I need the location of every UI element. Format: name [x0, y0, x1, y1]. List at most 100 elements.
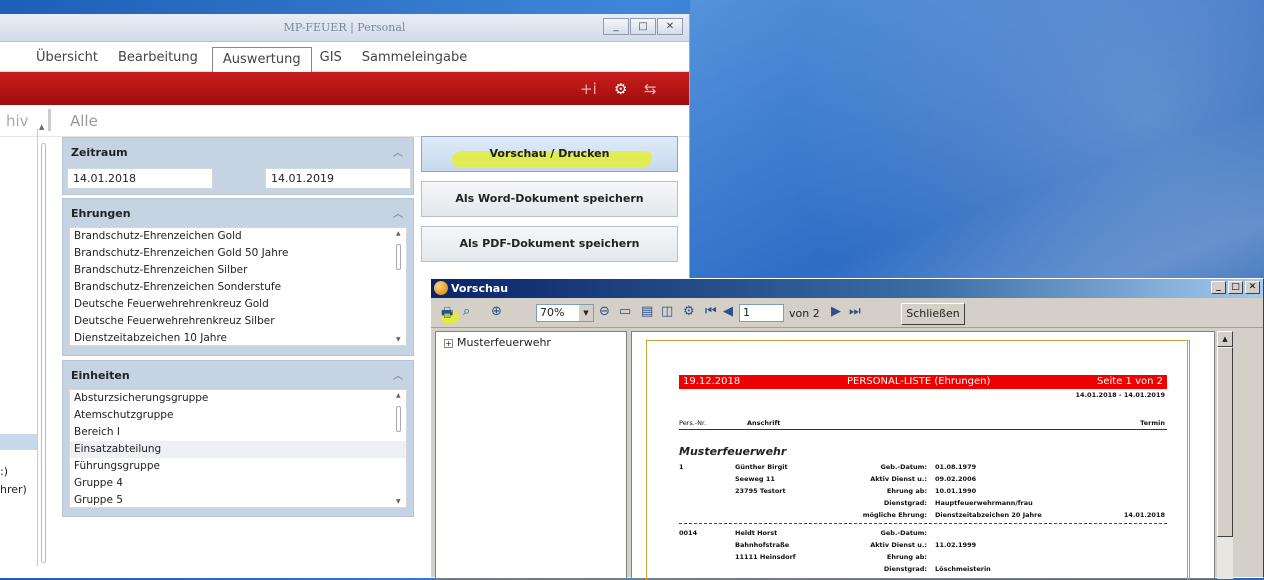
- list-item[interactable]: Atemschutzgruppe: [70, 407, 406, 424]
- next-page-icon[interactable]: ▶: [831, 304, 841, 319]
- p1-name: Günther Birgit: [735, 463, 788, 471]
- preview-maximize-button[interactable]: □: [1228, 281, 1243, 294]
- left-text-2: hrer): [0, 483, 27, 496]
- zeitraum-panel: Zeitraum ︿ 14.01.2018 14.01.2019: [62, 137, 414, 195]
- expand-icon[interactable]: +: [444, 339, 453, 348]
- einheiten-list: Absturzsicherungsgruppe Atemschutzgruppe…: [69, 389, 407, 508]
- tab-uebersicht[interactable]: Übersicht: [30, 50, 110, 71]
- zoom-select[interactable]: 70% ▼: [536, 304, 594, 322]
- einheiten-scrollbar[interactable]: ▲ ▼: [394, 392, 404, 505]
- preview-close-button[interactable]: ✕: [1245, 281, 1260, 294]
- filter-alle[interactable]: Alle: [70, 112, 98, 130]
- tab-bearbeitung[interactable]: Bearbeitung: [112, 50, 210, 71]
- chevron-down-icon[interactable]: ▼: [579, 305, 593, 321]
- p2-city: 11111 Heinsdorf: [735, 553, 796, 561]
- tree-node-musterfeuerwehr[interactable]: + Musterfeuerwehr: [444, 336, 551, 349]
- list-item[interactable]: Deutsche Feuerwehrehrenkreuz Silber: [70, 313, 406, 330]
- swap-arrows-icon[interactable]: ⇆: [644, 80, 657, 98]
- left-text-1: :): [0, 465, 8, 478]
- minimize-button[interactable]: _: [603, 18, 629, 35]
- report-title: PERSONAL-LISTE (Ehrungen): [847, 376, 991, 387]
- single-page-icon[interactable]: ▤: [641, 304, 653, 319]
- tab-gis[interactable]: GIS: [314, 50, 354, 71]
- list-item[interactable]: Dienstzeitabzeichen 10 Jahre: [70, 330, 406, 347]
- list-item[interactable]: Absturzsicherungsgruppe: [70, 390, 406, 407]
- list-item[interactable]: Einsatzabteilung: [70, 441, 406, 458]
- collapse-icon[interactable]: ︿: [393, 205, 403, 220]
- zoom-in-icon[interactable]: ⊕: [491, 304, 502, 319]
- preview-title-bar: Vorschau _ □ ✕: [431, 279, 1263, 298]
- tab-auswertung[interactable]: Auswertung: [211, 47, 312, 72]
- left-list: ▲ :) hrer): [0, 121, 55, 566]
- action-bar: +i ⚙ ⇆: [0, 72, 689, 105]
- collapse-icon[interactable]: ︿: [393, 144, 403, 159]
- list-item[interactable]: Führungsgruppe: [70, 458, 406, 475]
- einheiten-panel: Einheiten ︿ Absturzsicherungsgruppe Atem…: [62, 360, 414, 517]
- report-range: 14.01.2018 - 14.01.2019: [1075, 391, 1165, 399]
- app-icon: [434, 281, 448, 295]
- filter-bar: hiv Alle: [0, 105, 689, 137]
- zeitraum-title: Zeitraum ︿: [71, 144, 403, 159]
- first-page-icon[interactable]: ⏮: [705, 304, 717, 319]
- col-termin: Termin: [1140, 419, 1165, 427]
- ehrungen-panel: Ehrungen ︿ Brandschutz-Ehrenzeichen Gold…: [62, 198, 414, 356]
- date-from-input[interactable]: 14.01.2018: [67, 168, 213, 189]
- selected-row[interactable]: [0, 434, 37, 450]
- list-item[interactable]: Bereich I: [70, 424, 406, 441]
- ehrungen-title: Ehrungen ︿: [71, 205, 403, 220]
- left-scrollbar[interactable]: [37, 129, 49, 566]
- outline-tree: + Musterfeuerwehr: [435, 331, 627, 579]
- list-item[interactable]: Brandschutz-Ehrenzeichen Gold 50 Jahre: [70, 245, 406, 262]
- report-page: 19.12.2018 PERSONAL-LISTE (Ehrungen) Sei…: [646, 340, 1190, 580]
- page-count: von 2: [789, 307, 820, 320]
- page-view: 19.12.2018 PERSONAL-LISTE (Ehrungen) Sei…: [631, 331, 1215, 580]
- save-pdf-button[interactable]: Als PDF-Dokument speichern: [421, 226, 678, 262]
- two-pages-icon[interactable]: ◫: [661, 304, 673, 319]
- window-title: MP-FEUER | Personal: [283, 21, 406, 34]
- add-info-icon[interactable]: +i: [580, 80, 597, 98]
- ehrungen-list: Brandschutz-Ehrenzeichen Gold Brandschut…: [69, 227, 407, 346]
- schliessen-button[interactable]: Schließen: [901, 303, 965, 325]
- einheiten-title: Einheiten ︿: [71, 367, 403, 382]
- col-pers-nr: Pers.-Nr.: [679, 419, 707, 427]
- list-item[interactable]: Brandschutz-Ehrenzeichen Sonderstufe: [70, 279, 406, 296]
- preview-scrollbar[interactable]: ▲: [1217, 331, 1233, 579]
- page-width-icon[interactable]: ▭: [619, 304, 631, 319]
- p2-street: Bahnhofstraße: [735, 541, 790, 549]
- collapse-icon[interactable]: ︿: [393, 367, 403, 382]
- list-item[interactable]: Brandschutz-Ehrenzeichen Gold: [70, 228, 406, 245]
- group-heading: Musterfeuerwehr: [679, 445, 787, 458]
- last-page-icon[interactable]: ⏭: [849, 304, 861, 319]
- list-item[interactable]: Gruppe 4: [70, 475, 406, 492]
- report-date: 19.12.2018: [683, 376, 741, 387]
- report-header: 19.12.2018 PERSONAL-LISTE (Ehrungen) Sei…: [679, 375, 1167, 389]
- p1-city: 23795 Testort: [735, 487, 786, 495]
- title-bar: MP-FEUER | Personal _ □ ✕: [0, 14, 689, 42]
- p1-nr: 1: [679, 463, 684, 471]
- gears-icon[interactable]: ⚙: [614, 80, 627, 98]
- p1-street: Seeweg 11: [735, 475, 775, 483]
- ehrungen-scrollbar[interactable]: ▲ ▼: [394, 230, 404, 343]
- scroll-up-icon[interactable]: ▲: [1217, 331, 1233, 347]
- menu-bar: Übersicht Bearbeitung Auswertung GIS Sam…: [0, 42, 689, 72]
- list-item[interactable]: Brandschutz-Ehrenzeichen Silber: [70, 262, 406, 279]
- preview-toolbar: 🖶 ⌕ ⊕ 70% ▼ ⊖ ▭ ▤ ◫ ⚙ ⏮ ◀ 1 von 2 ▶ ⏭ Sch…: [431, 298, 1263, 328]
- settings-icon[interactable]: ⚙: [683, 304, 695, 319]
- date-to-input[interactable]: 14.01.2019: [265, 168, 411, 189]
- close-button[interactable]: ✕: [657, 18, 683, 35]
- print-icon[interactable]: 🖶: [441, 304, 453, 326]
- col-anschrift: Anschrift: [747, 419, 781, 427]
- zoom-out-icon[interactable]: ⊖: [599, 304, 610, 319]
- maximize-button[interactable]: □: [630, 18, 656, 35]
- page-number-input[interactable]: 1: [739, 304, 784, 322]
- prev-page-icon[interactable]: ◀: [723, 304, 733, 319]
- preview-print-label: Vorschau / Drucken: [489, 147, 610, 160]
- tab-sammeleingabe[interactable]: Sammeleingabe: [356, 50, 479, 71]
- list-item[interactable]: Gruppe 5: [70, 492, 406, 509]
- report-page-number: Seite 1 von 2: [1097, 376, 1163, 387]
- list-item[interactable]: Deutsche Feuerwehrehrenkreuz Gold: [70, 296, 406, 313]
- save-word-button[interactable]: Als Word-Dokument speichern: [421, 181, 678, 217]
- find-icon[interactable]: ⌕: [463, 304, 470, 319]
- p2-nr: 0014: [679, 529, 698, 537]
- preview-minimize-button[interactable]: _: [1211, 281, 1226, 294]
